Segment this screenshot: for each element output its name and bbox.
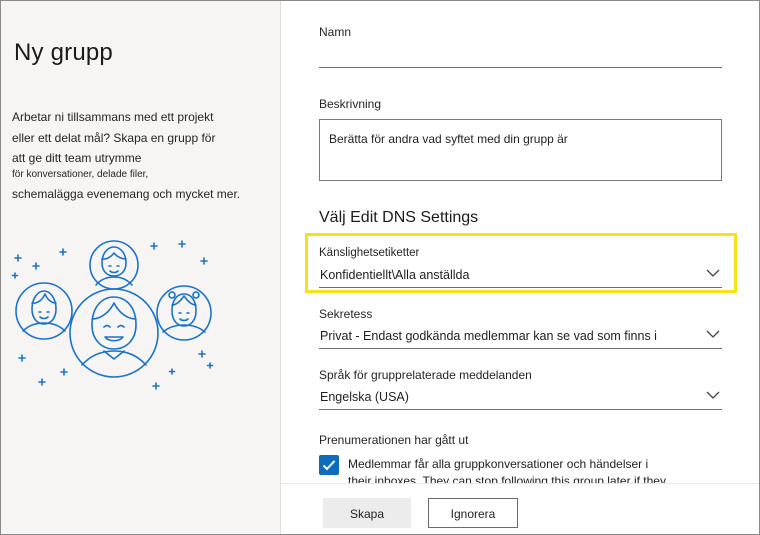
subscription-label: Prenumerationen har gått ut bbox=[319, 433, 469, 447]
create-button[interactable]: Skapa bbox=[323, 498, 411, 528]
left-panel: Ny grupp Arbetar ni tillsammans med ett … bbox=[1, 1, 280, 534]
dialog-title: Ny grupp bbox=[14, 39, 113, 66]
sensitivity-dropdown[interactable]: Konfidentiellt\Alla anställda bbox=[319, 265, 722, 288]
dialog: Ny grupp Arbetar ni tillsammans med ett … bbox=[0, 0, 760, 535]
description-line: eller ett delat mål? Skapa en grupp för bbox=[12, 131, 216, 145]
description-placeholder: Berätta för andra vad syftet med din gru… bbox=[329, 132, 568, 146]
checkmark-icon bbox=[322, 460, 336, 471]
name-input[interactable] bbox=[319, 67, 722, 68]
description-label: Beskrivning bbox=[319, 97, 382, 111]
privacy-label: Sekretess bbox=[319, 307, 373, 321]
subscription-text: Medlemmar får alla gruppkonversationer o… bbox=[348, 457, 649, 471]
description-line: att ge ditt team utrymme bbox=[12, 151, 142, 165]
sensitivity-label: Känslighetsetiketter bbox=[319, 247, 420, 259]
chevron-down-icon bbox=[706, 391, 720, 399]
privacy-value: Privat - Endast godkända medlemmar kan s… bbox=[320, 329, 657, 343]
language-label: Språk för grupprelaterade meddelanden bbox=[319, 368, 532, 382]
description-line: för konversationer, delade filer, bbox=[12, 169, 149, 180]
create-button-label: Skapa bbox=[349, 507, 385, 521]
chevron-down-icon bbox=[706, 269, 720, 277]
name-label: Namn bbox=[319, 25, 352, 39]
privacy-dropdown[interactable]: Privat - Endast godkända medlemmar kan s… bbox=[319, 326, 722, 349]
description-line: Arbetar ni tillsammans med ett projekt bbox=[12, 110, 214, 124]
cancel-button-label: Ignorera bbox=[450, 507, 496, 521]
description-textarea[interactable]: Berätta för andra vad syftet med din gru… bbox=[319, 119, 722, 181]
sensitivity-value: Konfidentiellt\Alla anställda bbox=[320, 268, 470, 282]
panel-divider bbox=[280, 1, 281, 534]
people-group-illustration bbox=[11, 240, 214, 390]
subscription-checkbox[interactable] bbox=[319, 455, 339, 475]
chevron-down-icon bbox=[706, 330, 720, 338]
language-dropdown[interactable]: Engelska (USA) bbox=[319, 387, 722, 410]
language-value: Engelska (USA) bbox=[320, 390, 409, 404]
description-line: schemalägga evenemang och mycket mer. bbox=[12, 187, 241, 201]
cancel-button[interactable]: Ignorera bbox=[428, 498, 518, 528]
section-title: Välj Edit DNS Settings bbox=[319, 209, 479, 226]
